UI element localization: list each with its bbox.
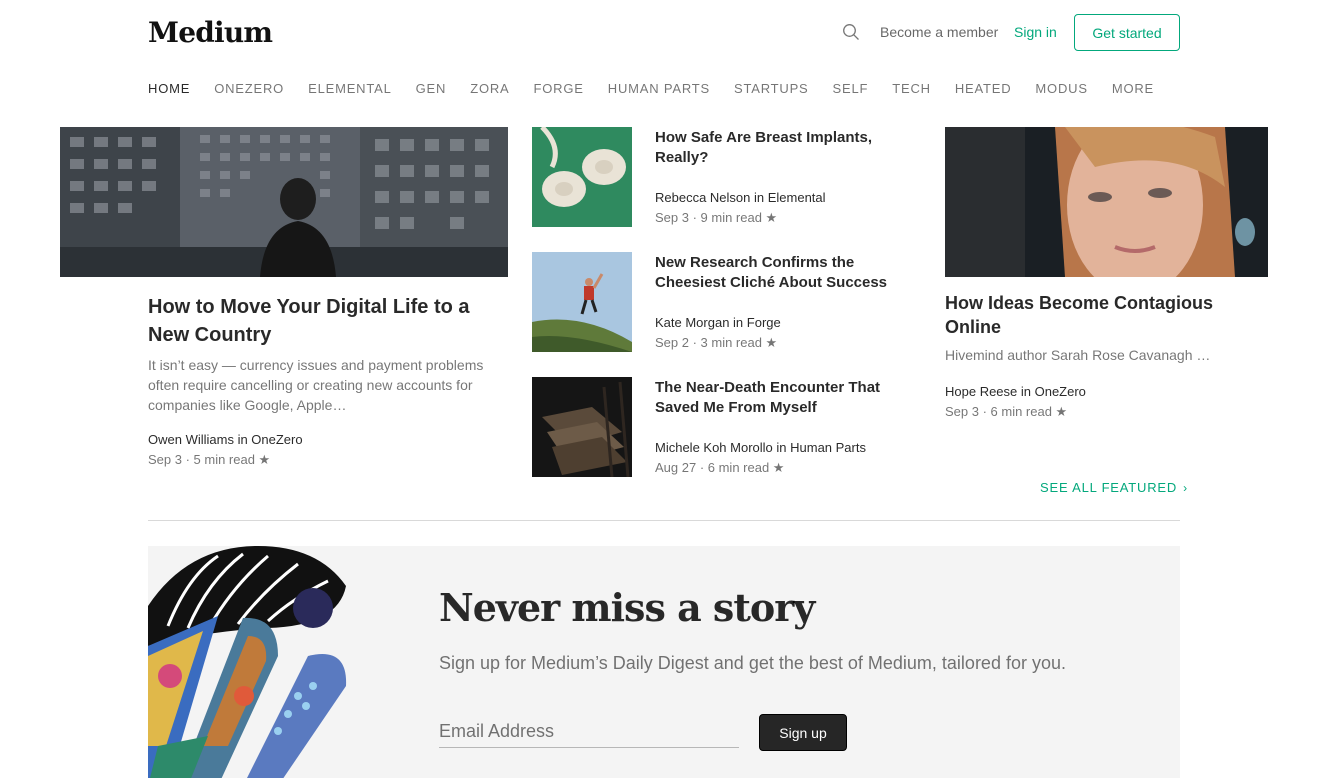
list-item: New Research Confirms the Cheesiest Clic…: [532, 252, 912, 352]
daily-digest-signup: Never miss a story Sign up for Medium’s …: [148, 546, 1180, 778]
nav-item-self[interactable]: SELF: [833, 81, 869, 96]
article-thumbnail[interactable]: [532, 377, 632, 477]
article-meta: Sep 2 · 3 min read ★: [655, 335, 778, 350]
article-author[interactable]: Michele Koh Morollo in Human Parts: [655, 440, 866, 455]
nav-item-onezero[interactable]: ONEZERO: [214, 81, 284, 96]
article-author[interactable]: Rebecca Nelson in Elemental: [655, 190, 826, 205]
become-member-link[interactable]: Become a member: [880, 24, 998, 40]
chevron-right-icon: ›: [1183, 481, 1188, 495]
featured-image[interactable]: [60, 127, 508, 277]
article-meta: Sep 3 · 9 min read ★: [655, 210, 778, 225]
get-started-button[interactable]: Get started: [1074, 14, 1180, 51]
featured-meta: Sep 3 · 5 min read ★: [148, 452, 271, 467]
nav-item-more[interactable]: MORE: [1112, 81, 1154, 96]
right-article-excerpt: Hivemind author Sarah Rose Cavanagh …: [945, 347, 1210, 363]
sign-up-button[interactable]: Sign up: [759, 714, 847, 751]
featured-author[interactable]: Owen Williams in OneZero: [148, 432, 303, 447]
list-item: The Near-Death Encounter That Saved Me F…: [532, 377, 912, 477]
right-article-author[interactable]: Hope Reese in OneZero: [945, 384, 1086, 399]
nav-item-home[interactable]: HOME: [148, 81, 190, 96]
email-field[interactable]: [439, 716, 739, 748]
right-article-meta: Sep 3 · 6 min read ★: [945, 404, 1068, 419]
topic-nav: HOME ONEZERO ELEMENTAL GEN ZORA FORGE HU…: [148, 81, 1178, 96]
featured-excerpt: It isn’t easy — currency issues and paym…: [148, 357, 484, 413]
nav-item-startups[interactable]: STARTUPS: [734, 81, 809, 96]
sign-in-link[interactable]: Sign in: [1014, 24, 1057, 40]
nav-item-modus[interactable]: MODUS: [1035, 81, 1087, 96]
digest-subtitle: Sign up for Medium’s Daily Digest and ge…: [439, 653, 1066, 673]
nav-item-human-parts[interactable]: HUMAN PARTS: [608, 81, 710, 96]
medium-logo[interactable]: Medium: [148, 16, 273, 49]
digest-heading: Never miss a story: [439, 585, 815, 630]
nav-item-zora[interactable]: ZORA: [470, 81, 509, 96]
article-thumbnail[interactable]: [532, 252, 632, 352]
main-content: How to Move Your Digital Life to a New C…: [0, 127, 1327, 778]
article-meta: Aug 27 · 6 min read ★: [655, 460, 785, 475]
right-article-title[interactable]: How Ideas Become Contagious Online: [945, 291, 1225, 339]
search-icon[interactable]: [842, 23, 860, 41]
list-item: How Safe Are Breast Implants, Really? Re…: [532, 127, 912, 227]
article-title[interactable]: How Safe Are Breast Implants, Really?: [655, 128, 900, 168]
nav-item-tech[interactable]: TECH: [892, 81, 931, 96]
right-article-image[interactable]: [945, 127, 1268, 277]
see-all-label: SEE ALL FEATURED: [1040, 480, 1178, 495]
see-all-featured-link[interactable]: SEE ALL FEATURED ›: [1040, 480, 1188, 495]
featured-title[interactable]: How to Move Your Digital Life to a New C…: [148, 293, 498, 349]
nav-item-heated[interactable]: HEATED: [955, 81, 1012, 96]
nav-item-gen[interactable]: GEN: [416, 81, 447, 96]
digest-illustration: [148, 546, 368, 778]
article-title[interactable]: The Near-Death Encounter That Saved Me F…: [655, 378, 900, 418]
article-thumbnail[interactable]: [532, 127, 632, 227]
section-divider: [148, 520, 1180, 521]
article-title[interactable]: New Research Confirms the Cheesiest Clic…: [655, 253, 900, 293]
nav-item-elemental[interactable]: ELEMENTAL: [308, 81, 392, 96]
article-author[interactable]: Kate Morgan in Forge: [655, 315, 781, 330]
nav-item-forge[interactable]: FORGE: [534, 81, 584, 96]
